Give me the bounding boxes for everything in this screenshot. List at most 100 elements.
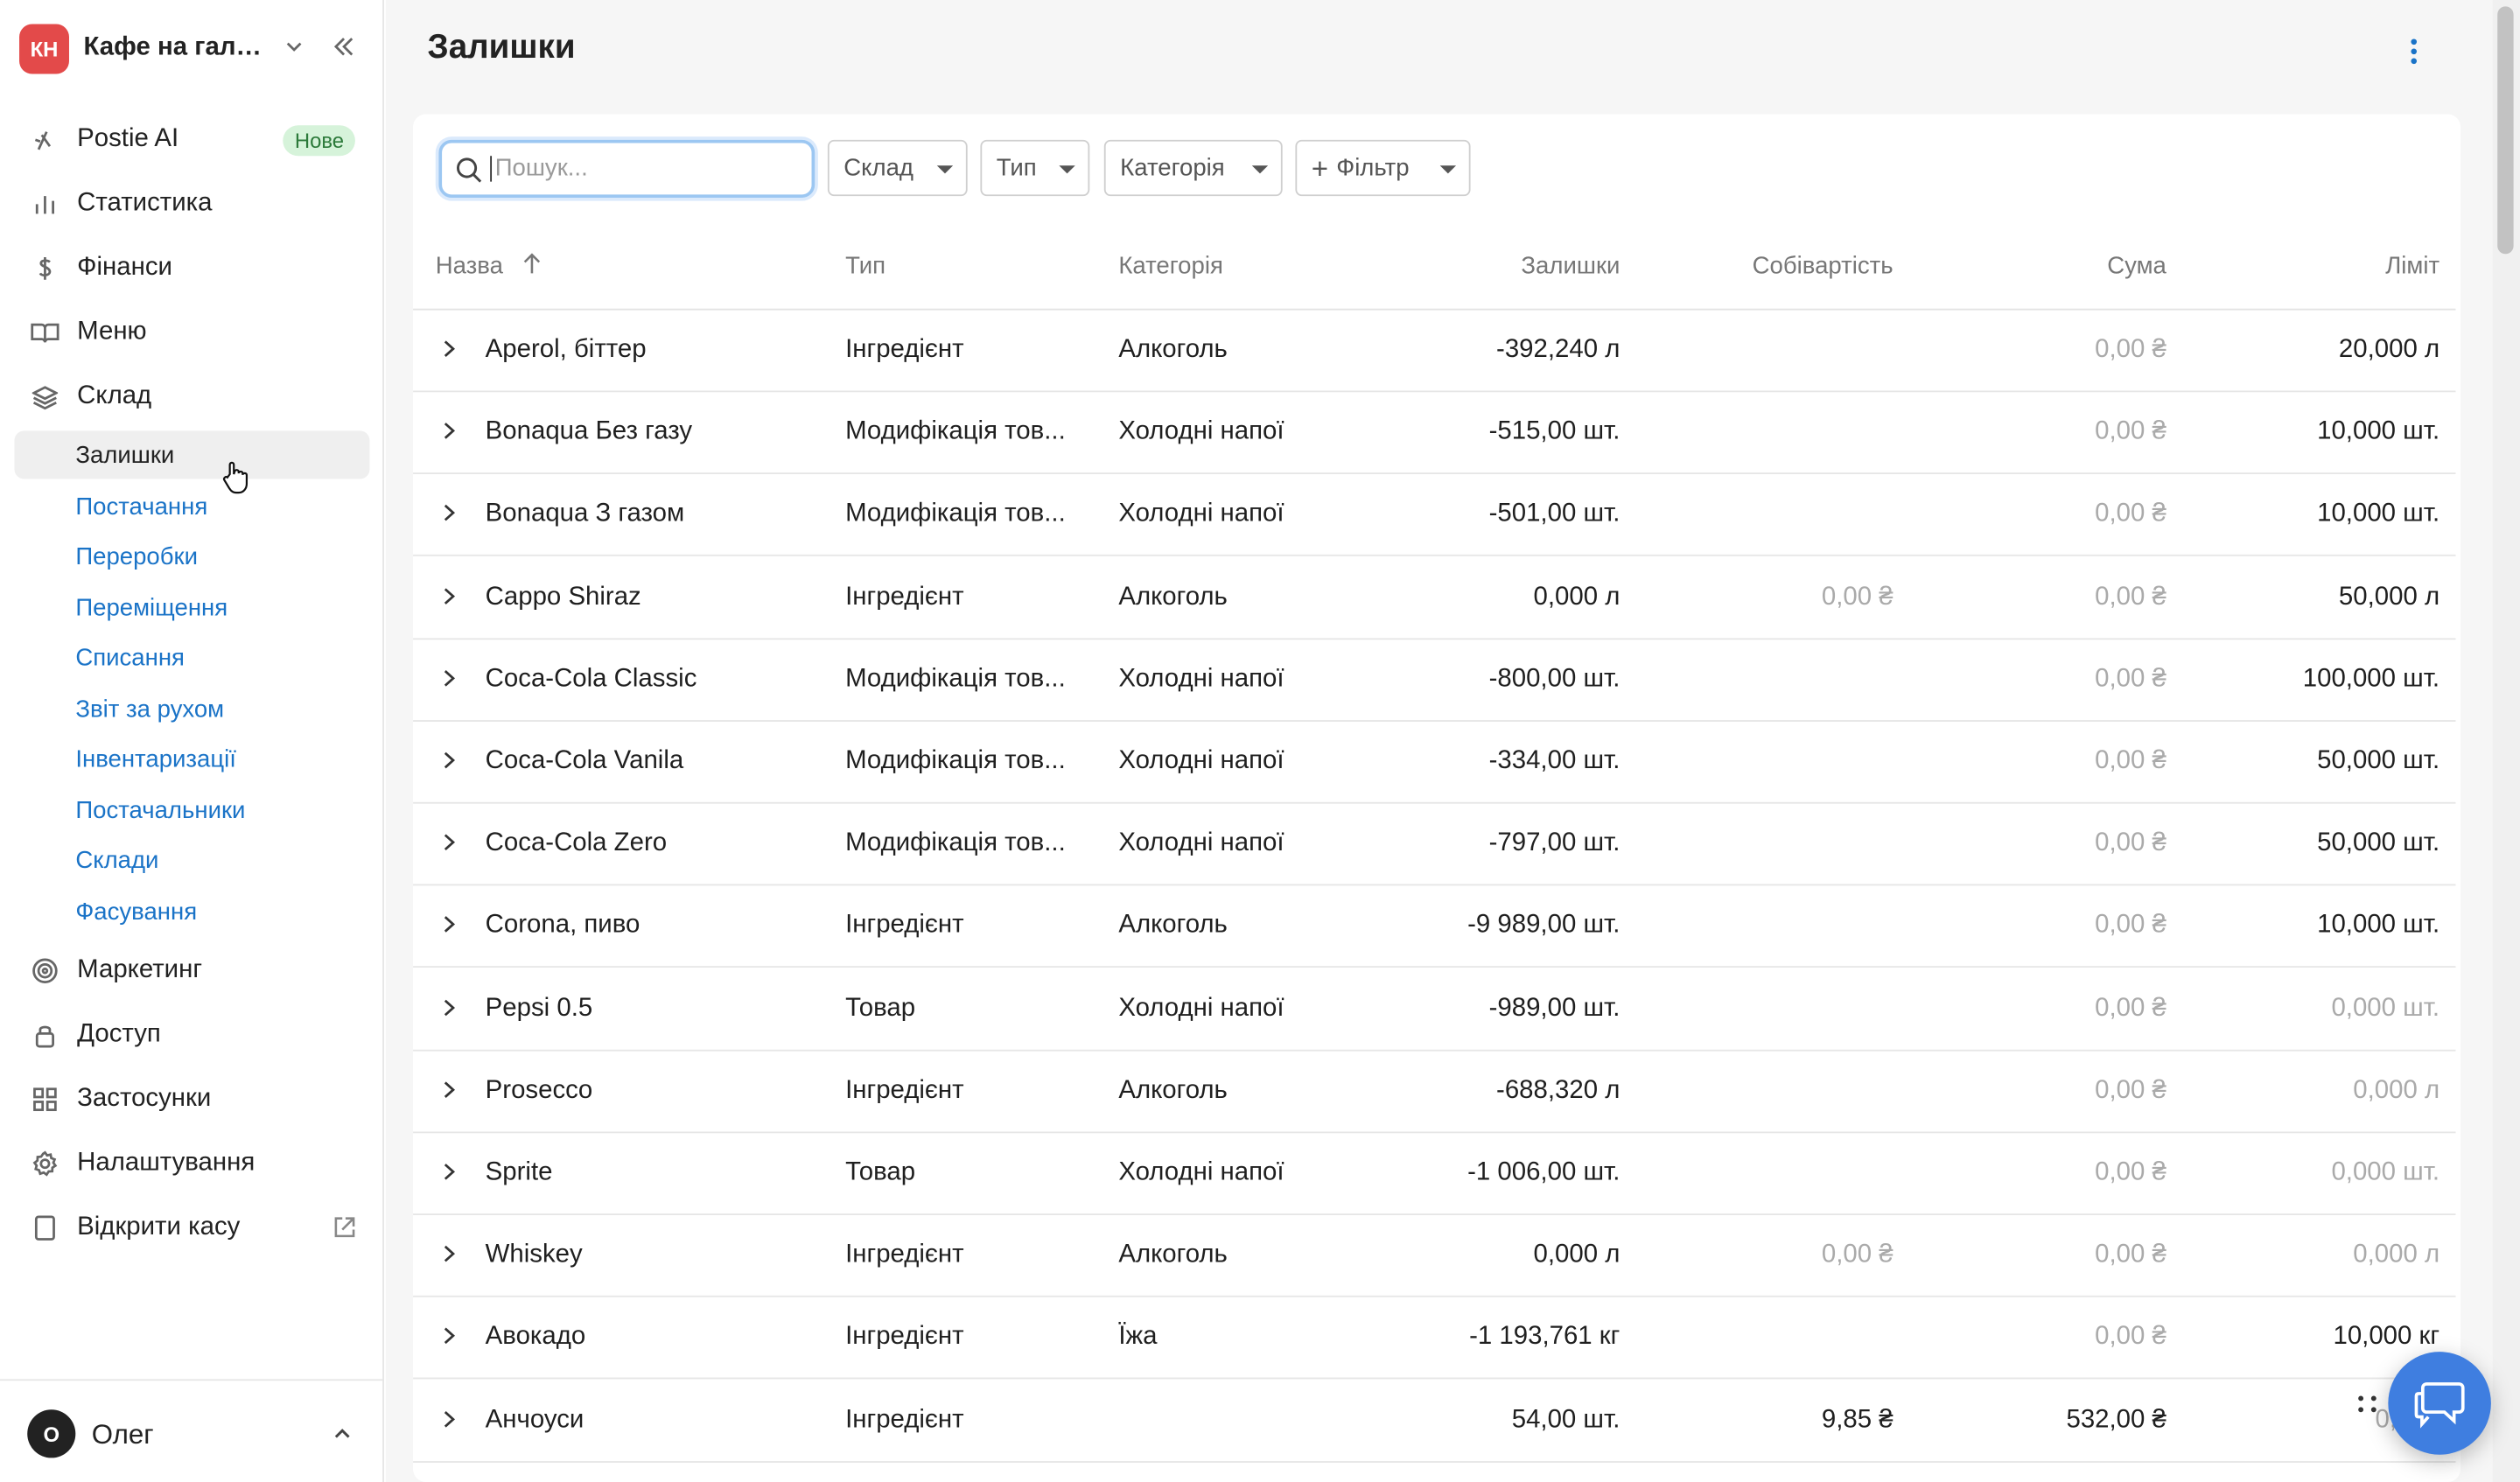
column-header-sum[interactable]: Сума: [1956, 252, 2166, 279]
chevron-right-icon[interactable]: [438, 1325, 458, 1348]
filter-type-dropdown[interactable]: Тип: [980, 139, 1090, 197]
table-row[interactable]: Анчоуси Інгредієнт 54,00 шт. 9,85 ₴ 532,00 ₴…: [413, 1380, 2456, 1463]
cell-stock: -334,00 шт.: [1488, 747, 1620, 775]
chevron-right-icon[interactable]: [438, 502, 458, 525]
chevron-up-icon[interactable]: [331, 1423, 354, 1445]
nav-item-menu[interactable]: Меню: [15, 307, 370, 359]
sidebar-item-movement-report[interactable]: Звіт за рухом: [15, 685, 370, 733]
chevron-right-icon[interactable]: [438, 667, 458, 689]
chat-button[interactable]: [2388, 1352, 2491, 1455]
cell-stock: -9 989,00 шт.: [1467, 912, 1620, 940]
table-row[interactable]: Prosecco Інгредієнт Алкоголь -688,320 л 0,00…: [413, 1051, 2456, 1133]
new-badge: Нове: [283, 125, 355, 157]
nav-label: Застосунки: [77, 1085, 212, 1113]
user-menu[interactable]: О Олег: [0, 1379, 384, 1482]
cell-sum: 0,00 ₴: [2095, 335, 2166, 364]
chevron-right-icon[interactable]: [438, 1078, 458, 1101]
nav-item-statistics[interactable]: Статистика: [15, 178, 370, 230]
cell-category: Холодні напої: [1118, 665, 1284, 693]
cell-limit: 10,000 шт.: [2317, 500, 2440, 528]
table-row[interactable]: Coca-Cola Classic Модифікація тов... Холод…: [413, 640, 2456, 722]
table-row[interactable]: Sprite Товар Холодні напої -1 006,00 шт. 0,0…: [413, 1133, 2456, 1215]
add-filter-button[interactable]: + Фільтр: [1295, 139, 1471, 197]
filter-label: Фільтр: [1336, 154, 1410, 182]
cell-name: Coca-Cola Classic: [485, 665, 697, 693]
chevron-right-icon[interactable]: [438, 1243, 458, 1266]
drag-handle-icon[interactable]: [2355, 1392, 2380, 1430]
cell-category: Алкоголь: [1118, 1241, 1228, 1269]
chevron-right-icon[interactable]: [438, 338, 458, 360]
mouse-cursor-icon: [222, 461, 248, 494]
sidebar-item-supplies[interactable]: Постачання: [15, 482, 370, 530]
table-row[interactable]: Bonaqua З газом Модифікація тов... Холодні…: [413, 475, 2456, 557]
cell-name: Coca-Cola Zero: [485, 829, 668, 857]
chevron-right-icon[interactable]: [438, 913, 458, 936]
sidebar-item-processing[interactable]: Переробки: [15, 532, 370, 580]
nav-item-marketing[interactable]: Маркетинг: [15, 945, 370, 996]
nav-item-apps[interactable]: Застосунки: [15, 1073, 370, 1125]
sidebar-item-write-offs[interactable]: Списання: [15, 633, 370, 682]
filter-category-dropdown[interactable]: Категорія: [1103, 139, 1283, 197]
cell-type: Інгредієнт: [845, 1241, 964, 1269]
chevron-right-icon[interactable]: [438, 420, 458, 443]
column-header-name[interactable]: Назва: [436, 252, 542, 280]
collapse-sidebar-icon[interactable]: [331, 34, 356, 59]
search-placeholder: Пошук...: [490, 155, 588, 182]
search-input[interactable]: Пошук...: [438, 139, 816, 198]
table-row[interactable]: Corona, пиво Інгредієнт Алкоголь -9 989,00 …: [413, 886, 2456, 968]
sidebar-item-warehouses[interactable]: Склади: [15, 835, 370, 884]
chevron-right-icon[interactable]: [438, 996, 458, 1018]
sidebar-item-suppliers[interactable]: Постачальники: [15, 786, 370, 834]
chevron-right-icon[interactable]: [438, 584, 458, 607]
table-row[interactable]: Whiskey Інгредієнт Алкоголь 0,000 л 0,00 ₴ 0,…: [413, 1215, 2456, 1298]
table-row[interactable]: Coca-Cola Vanila Модифікація тов... Холодн…: [413, 722, 2456, 804]
sidebar-item-packaging[interactable]: Фасування: [15, 887, 370, 935]
chevron-right-icon[interactable]: [438, 1161, 458, 1184]
table-row[interactable]: Авокадо Інгредієнт Їжа -1 193,761 кг 0,00 ₴ 1…: [413, 1297, 2456, 1381]
column-header-type[interactable]: Тип: [845, 252, 886, 279]
table-row[interactable]: Bonaqua Без газу Модифікація тов... Холодн…: [413, 393, 2456, 475]
chevron-right-icon[interactable]: [438, 1408, 458, 1430]
chat-icon: [2414, 1382, 2465, 1429]
nav-item-finance[interactable]: Фінанси: [15, 242, 370, 294]
table-row[interactable]: Coca-Cola Zero Модифікація тов... Холодні …: [413, 804, 2456, 886]
nav-item-access[interactable]: Доступ: [15, 1010, 370, 1061]
table-row[interactable]: Cappo Shiraz Інгредієнт Алкоголь 0,000 л 0,0…: [413, 557, 2456, 640]
sort-ascending-icon: [524, 253, 541, 274]
table-row[interactable]: Pepsi 0.5 Товар Холодні напої -989,00 шт. 0,…: [413, 968, 2456, 1051]
column-header-cost[interactable]: Собівартість: [1683, 252, 1894, 279]
more-options-icon[interactable]: [2401, 35, 2426, 67]
cell-limit: 50,000 шт.: [2317, 747, 2440, 775]
nav-item-open-register[interactable]: Відкрити касу: [15, 1202, 370, 1254]
nav-item-warehouse[interactable]: Склад: [15, 371, 370, 423]
table-row[interactable]: Aperol, біттер Інгредієнт Алкоголь -392,240…: [413, 311, 2456, 393]
sidebar-item-inventories[interactable]: Інвентаризації: [15, 735, 370, 783]
sidebar-item-stock[interactable]: Залишки: [14, 430, 370, 479]
cell-name: Coca-Cola Vanila: [485, 747, 684, 775]
cell-stock: -989,00 шт.: [1488, 994, 1620, 1022]
column-header-limit[interactable]: Ліміт: [2230, 252, 2440, 279]
column-header-category[interactable]: Категорія: [1118, 252, 1223, 279]
cell-type: Товар: [845, 1158, 916, 1186]
chevron-down-icon[interactable]: [283, 35, 305, 58]
chevron-right-icon[interactable]: [438, 749, 458, 772]
nav-item-postie-ai[interactable]: Postie AI Нове: [15, 114, 370, 165]
brand-switcher[interactable]: КН Кафе на галя...: [19, 23, 367, 74]
cell-category: Їжа: [1118, 1323, 1158, 1352]
nav-label: Меню: [77, 318, 147, 346]
column-header-stock[interactable]: Залишки: [1442, 252, 1620, 279]
tablet-icon: [31, 1213, 60, 1242]
cell-type: Модифікація тов...: [845, 665, 1066, 693]
cell-type: Інгредієнт: [845, 912, 964, 940]
cell-limit: 100,000 шт.: [2302, 665, 2440, 693]
cell-stock: 0,000 л: [1533, 583, 1620, 611]
cell-type: Інгредієнт: [845, 583, 964, 611]
cell-cost: 9,85 ₴: [1821, 1405, 1894, 1434]
scrollbar-thumb[interactable]: [2497, 6, 2514, 255]
scrollbar[interactable]: [2492, 0, 2520, 1482]
nav-item-settings[interactable]: Налаштування: [15, 1138, 370, 1190]
filter-warehouse-dropdown[interactable]: Склад: [827, 139, 968, 197]
cell-sum: 0,00 ₴: [2095, 994, 2166, 1022]
chevron-right-icon[interactable]: [438, 831, 458, 854]
sidebar-item-transfers[interactable]: Переміщення: [15, 584, 370, 632]
